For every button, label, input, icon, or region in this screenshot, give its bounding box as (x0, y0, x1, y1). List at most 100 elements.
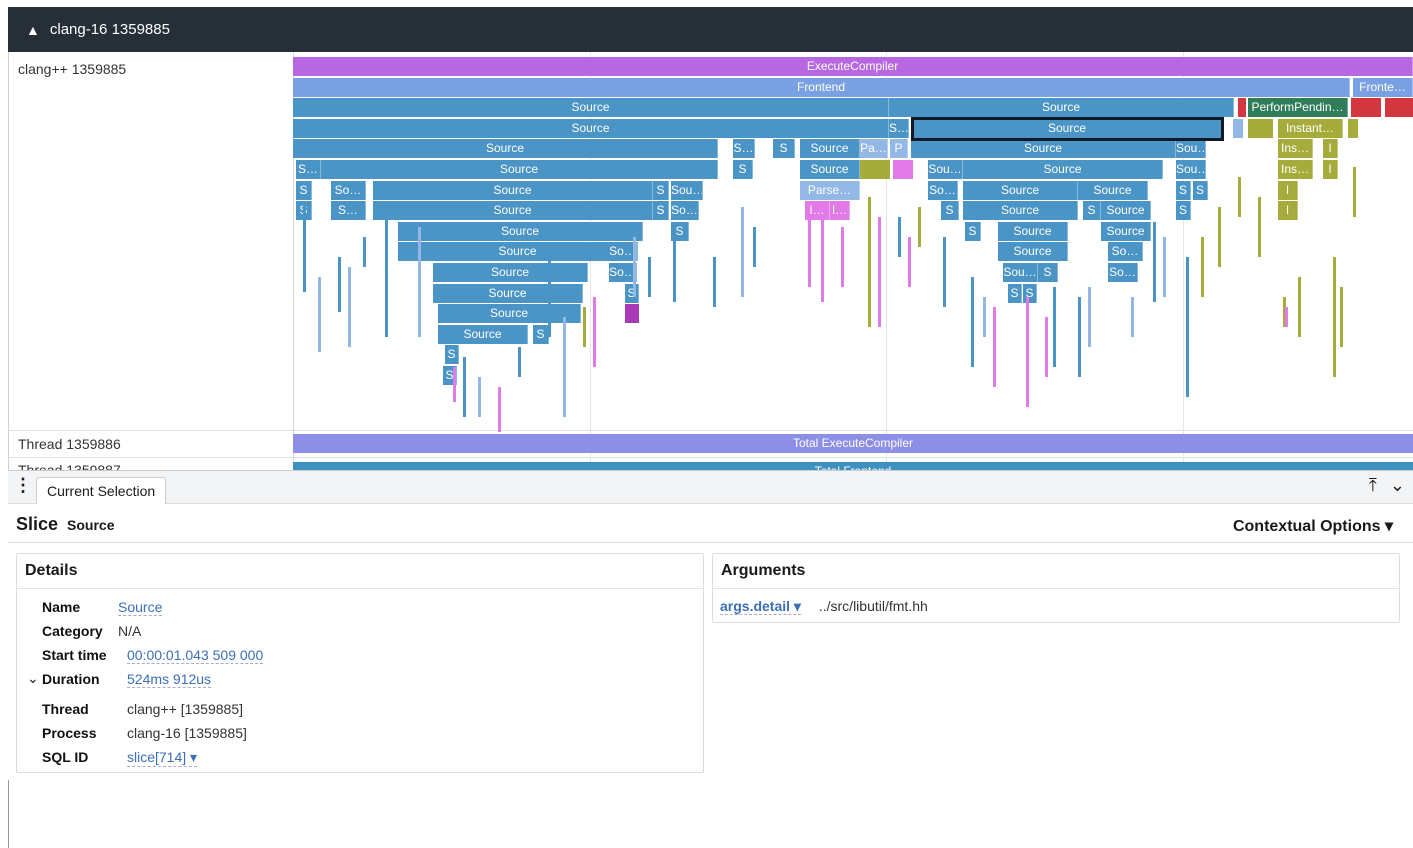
flame-slice-fragment[interactable] (1078, 297, 1081, 377)
flame-slice-fragment[interactable] (1353, 167, 1356, 217)
flame-slice-fragment[interactable] (648, 257, 651, 297)
flame-slice-fragment[interactable] (1385, 98, 1413, 118)
flame-slice-fragment[interactable] (918, 207, 921, 247)
flame-slice-fragment[interactable] (971, 277, 974, 367)
flame-slice-fragment[interactable] (1088, 287, 1091, 347)
source-slice[interactable]: Source (321, 160, 718, 179)
source-slice[interactable]: So… (671, 201, 699, 221)
source-slice[interactable]: Source (1101, 201, 1151, 221)
flame-slice-fragment[interactable] (1333, 257, 1336, 377)
flame-slice-fragment[interactable] (878, 217, 881, 327)
total-execute-compiler-bar[interactable]: Total ExecuteCompiler (293, 434, 1413, 453)
timeline-tracks[interactable]: ▲ clang-16 1359885 clang++ 1359885 Threa… (0, 0, 1413, 470)
frontend-slice[interactable]: Frontend (293, 77, 1350, 97)
source-slice[interactable]: S (773, 139, 795, 159)
source-slice[interactable]: Source (963, 201, 1078, 221)
source-slice[interactable]: S (1038, 263, 1058, 282)
flame-slice-fragment[interactable] (983, 297, 986, 337)
flame-slice-fragment[interactable] (1233, 118, 1243, 138)
source-slice[interactable]: Source (293, 118, 889, 138)
flame-slice-fragment[interactable] (1163, 237, 1166, 297)
source-slice[interactable]: S (1176, 201, 1191, 221)
duration-link[interactable]: 524ms 912us (127, 671, 212, 688)
contextual-options-button[interactable]: Contextual Options ▾ (1233, 516, 1393, 536)
flame-slice-fragment[interactable] (1340, 287, 1343, 347)
parse-slice[interactable]: Parse… (800, 180, 860, 200)
source-slice[interactable]: Source (963, 160, 1163, 179)
source-slice[interactable]: Source (398, 221, 643, 241)
chevron-down-icon[interactable]: ⌄ (1390, 475, 1405, 495)
parse-slice[interactable]: P (890, 139, 908, 159)
source-slice[interactable]: Source (911, 139, 1176, 159)
flame-slice-fragment[interactable] (1131, 297, 1134, 337)
flame-slice-fragment[interactable] (303, 202, 306, 292)
flame-slice-fragment[interactable] (593, 297, 596, 367)
source-slice[interactable]: Source (800, 160, 860, 179)
source-slice[interactable]: Source (1078, 180, 1148, 200)
flame-slice-fragment[interactable] (518, 347, 521, 377)
source-slice[interactable]: Source (998, 221, 1068, 241)
flame-slice-fragment[interactable] (583, 307, 586, 347)
instantiate-slice[interactable]: I (1278, 201, 1298, 221)
source-slice[interactable]: Source (889, 98, 1234, 118)
instantiate-slice[interactable]: Instant… (1278, 118, 1343, 138)
more-vert-icon[interactable]: ⋮ (14, 475, 32, 496)
source-slice[interactable]: S (965, 221, 981, 241)
flame-slice-fragment[interactable] (808, 217, 811, 287)
flame-slice-fragment[interactable] (821, 217, 824, 302)
source-slice[interactable]: Sou… (928, 160, 963, 179)
flame-slice-fragment[interactable] (463, 357, 466, 417)
source-slice[interactable]: So… (331, 180, 366, 200)
source-slice[interactable]: Source (293, 98, 889, 118)
source-slice[interactable]: S (941, 201, 959, 221)
instantiate-slice[interactable]: I (1323, 160, 1338, 179)
flame-slice-fragment[interactable] (943, 237, 946, 307)
source-slice[interactable]: S (1083, 201, 1101, 221)
source-slice[interactable]: S (625, 283, 639, 303)
source-slice[interactable]: S (733, 160, 753, 179)
instantiate-slice[interactable]: I (1323, 139, 1338, 159)
flame-slice-fragment[interactable] (1026, 297, 1029, 407)
flame-slice-fragment[interactable] (1348, 118, 1358, 138)
flame-slice-fragment[interactable] (625, 304, 639, 324)
execute-compiler-slice[interactable]: ExecuteCompiler (293, 57, 1413, 76)
process-group-header[interactable]: ▲ clang-16 1359885 (8, 7, 1413, 52)
flame-slice-fragment[interactable] (348, 267, 351, 347)
chevron-up-icon[interactable]: ▲ (26, 22, 40, 38)
source-slice[interactable]: Sou… (671, 180, 703, 200)
source-slice[interactable]: S (445, 345, 459, 365)
flame-slice-fragment[interactable] (1218, 207, 1221, 267)
source-slice[interactable]: Source (433, 263, 588, 282)
source-slice[interactable]: Source (963, 180, 1078, 200)
total-frontend-bar[interactable]: Total Frontend (293, 462, 1413, 470)
source-slice[interactable]: S… (331, 201, 366, 221)
frontend-slice[interactable]: Fronte… (1353, 77, 1413, 97)
source-slice[interactable]: Source (373, 201, 653, 221)
flame-slice-fragment[interactable] (893, 160, 913, 179)
flame-slice-fragment[interactable] (841, 227, 844, 287)
source-slice[interactable]: Sou… (1003, 263, 1038, 282)
flame-slice-fragment[interactable] (363, 237, 366, 267)
source-slice[interactable]: Source (800, 139, 860, 159)
flame-slice-fragment[interactable] (753, 227, 756, 267)
flame-slice-fragment[interactable] (741, 207, 744, 297)
source-slice[interactable]: Source (438, 324, 528, 344)
parse-slice[interactable]: I… (830, 201, 850, 221)
source-slice[interactable]: Source (373, 180, 653, 200)
chevron-down-icon[interactable]: ⌄ (27, 670, 39, 687)
flame-slice-fragment[interactable] (385, 207, 388, 337)
source-slice[interactable]: Source (438, 304, 581, 324)
flame-slice-fragment[interactable] (633, 237, 636, 297)
flame-slice-fragment[interactable] (1186, 257, 1189, 397)
instantiate-slice[interactable]: Ins… (1278, 160, 1313, 179)
flame-slice-fragment[interactable] (1298, 277, 1301, 337)
flame-slice-fragment[interactable] (1258, 197, 1261, 257)
flame-slice-fragment[interactable] (478, 377, 481, 417)
track-label-thread-1359887[interactable]: Thread 1359887 (18, 462, 121, 470)
flame-chart[interactable]: ExecuteCompiler Frontend Fronte… Source Sour… (293, 57, 1413, 432)
source-slice[interactable]: Source (998, 242, 1068, 262)
argument-key-button[interactable]: args.detail ▾ (720, 598, 801, 615)
source-slice[interactable]: S (1008, 283, 1022, 303)
instantiate-slice[interactable]: I (1278, 180, 1298, 200)
flame-slice-fragment[interactable] (1201, 237, 1204, 297)
